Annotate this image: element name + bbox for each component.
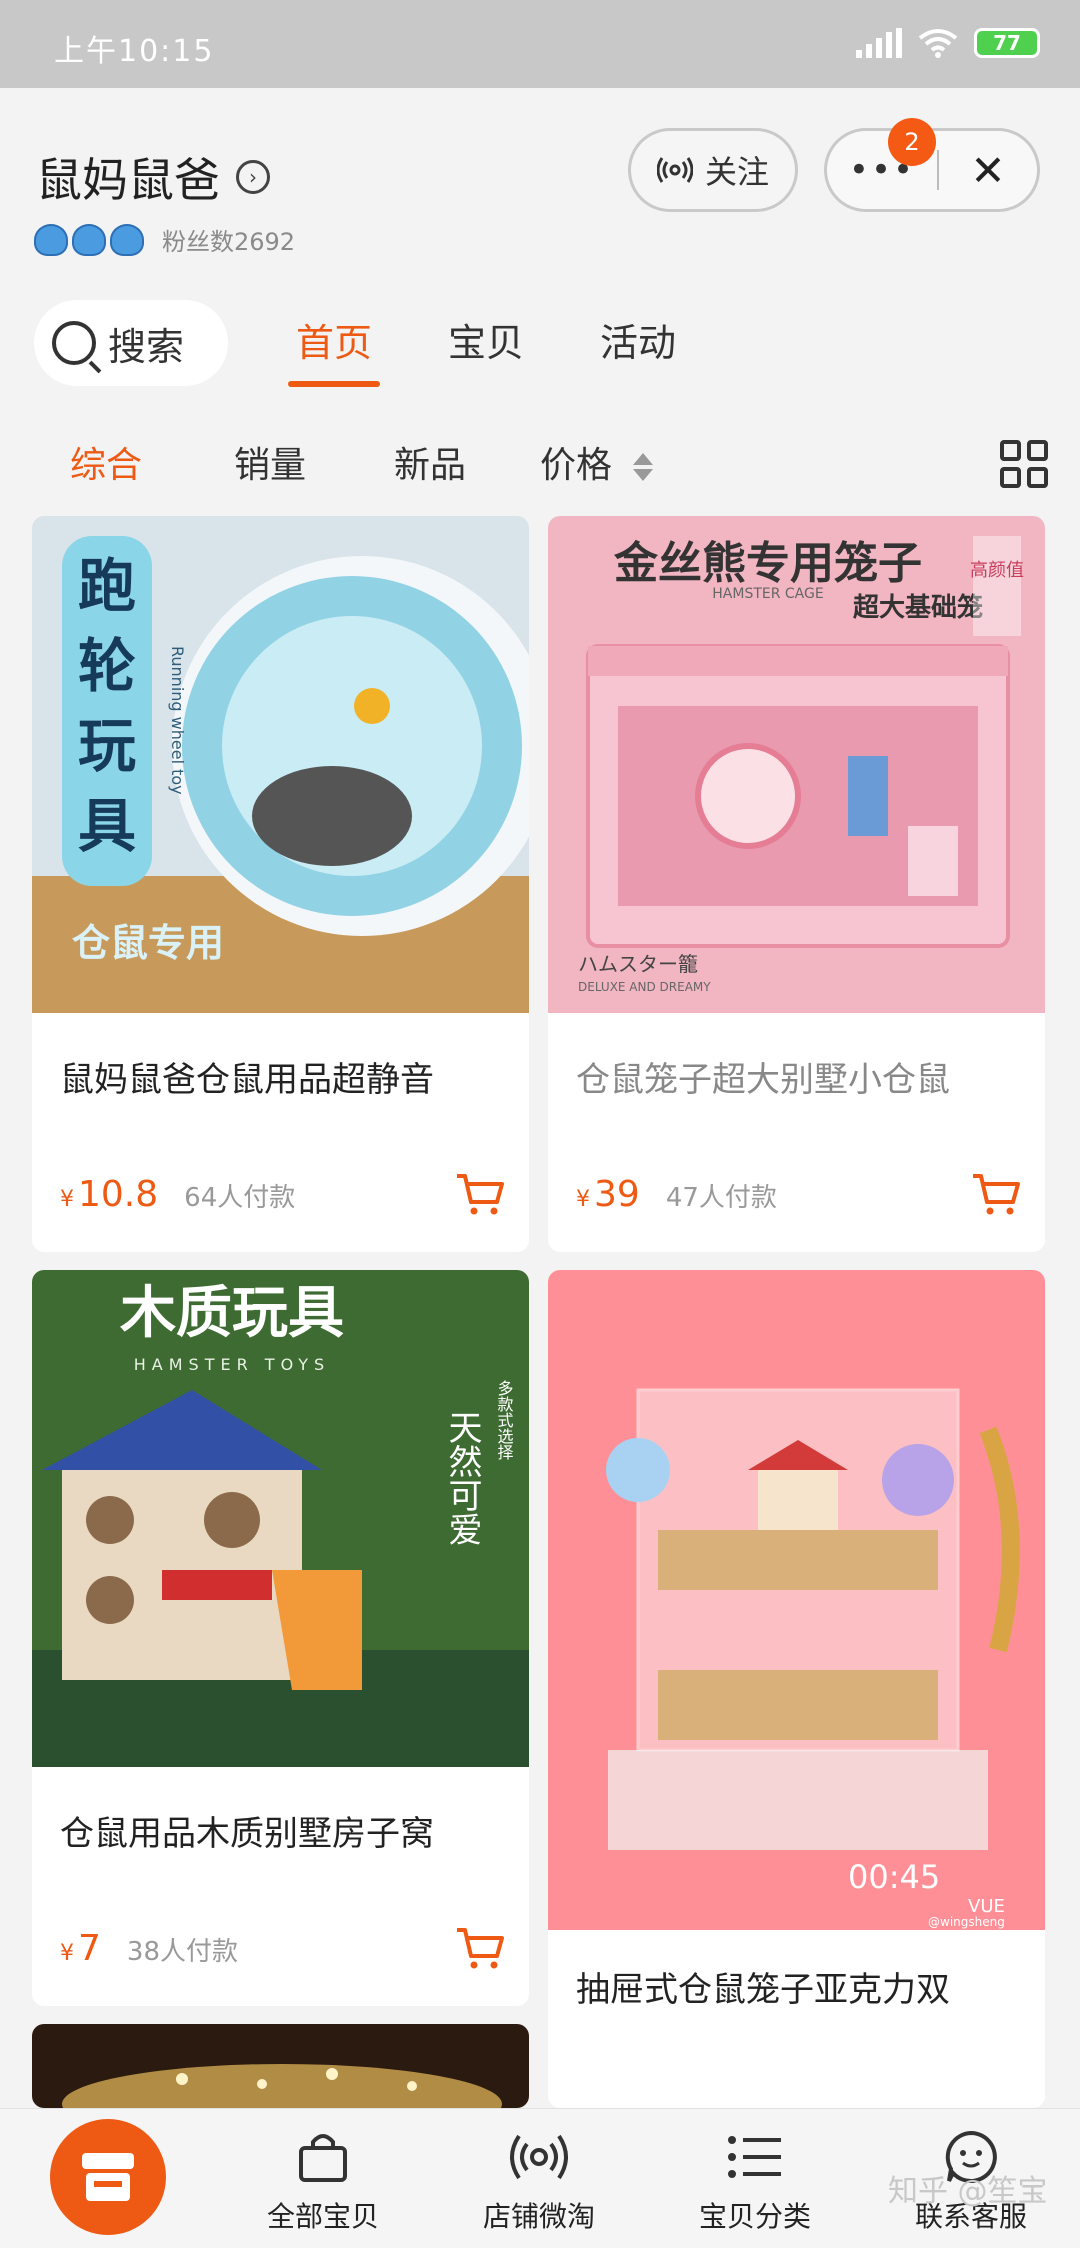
image-text: VUE xyxy=(968,1896,1005,1917)
tab-label: 店铺微淘 xyxy=(482,2200,595,2233)
tab-products[interactable]: 宝贝 xyxy=(448,312,524,367)
close-button[interactable]: ✕ xyxy=(939,146,1037,195)
store-home-button[interactable] xyxy=(50,2119,166,2235)
image-text: 多款式选择 xyxy=(495,1380,514,1461)
sort-bar: 综合 销量 新品 价格 xyxy=(0,426,1080,498)
product-image: 木质玩具 HAMSTER TOYS 天然可爱 多款式选择 xyxy=(32,1270,529,1767)
wifi-icon xyxy=(918,29,958,58)
currency-symbol: ¥ xyxy=(576,1187,590,1212)
price-value: 10.8 xyxy=(78,1174,159,1215)
tab-categories[interactable]: 宝贝分类 xyxy=(670,2129,840,2235)
product-price: ¥ 7 38人付款 xyxy=(60,1928,238,1969)
product-card[interactable]: 金丝熊专用笼子 HAMSTER CAGE 超大基础笼 高颜值 ハムスター籠 DE… xyxy=(548,516,1045,1252)
status-time: 上午10:15 xyxy=(54,34,215,69)
follow-button[interactable]: 关注 xyxy=(628,128,798,212)
cart-icon[interactable] xyxy=(455,1926,505,1970)
image-text: 天然可爱 xyxy=(442,1410,482,1546)
crown-icon xyxy=(72,223,106,256)
grid-view-icon[interactable] xyxy=(1000,440,1048,488)
signal-icon xyxy=(856,28,902,58)
tab-shop-feed[interactable]: 店铺微淘 xyxy=(454,2129,624,2235)
product-card[interactable]: 木质玩具 HAMSTER TOYS 天然可爱 多款式选择 仓鼠用品木质别墅房子窝… xyxy=(32,1270,529,2006)
product-card[interactable]: 00:45 VUE @wingsheng 抽屉式仓鼠笼子亚克力双 xyxy=(548,1270,1045,2108)
crown-icon xyxy=(110,223,144,256)
sort-price[interactable]: 价格 xyxy=(540,436,654,488)
image-text: 00:45 xyxy=(848,1858,940,1896)
image-text: HAMSTER CAGE xyxy=(712,586,823,602)
list-icon xyxy=(728,2136,781,2178)
tab-label: 全部宝贝 xyxy=(266,2200,379,2233)
notification-badge: 2 xyxy=(888,118,936,166)
chevron-right-icon: › xyxy=(236,160,270,194)
buyers-count: 64人付款 xyxy=(184,1183,296,1213)
image-text: DELUXE AND DREAMY xyxy=(578,980,711,994)
image-text: 超大基础笼 xyxy=(853,592,983,623)
product-title: 仓鼠笼子超大别墅小仓鼠 xyxy=(576,1060,950,1100)
image-text: 高颜值 xyxy=(970,560,1024,581)
image-text: 仓鼠专用 xyxy=(72,921,224,965)
status-bar: 上午10:15 77 xyxy=(0,0,1080,88)
broadcast-icon xyxy=(510,2134,568,2180)
crown-icon xyxy=(34,223,68,256)
sort-arrows-icon xyxy=(633,453,654,481)
product-price: ¥ 10.8 64人付款 xyxy=(60,1174,295,1215)
search-label: 搜索 xyxy=(108,324,185,369)
currency-symbol: ¥ xyxy=(60,1941,74,1966)
search-icon xyxy=(52,321,96,365)
buyers-count: 47人付款 xyxy=(665,1183,777,1213)
buyers-count: 38人付款 xyxy=(126,1937,238,1967)
image-text: 跑 xyxy=(78,552,136,620)
tab-label: 宝贝分类 xyxy=(698,2200,811,2233)
image-text: 具 xyxy=(78,792,136,860)
product-title: 鼠妈鼠爸仓鼠用品超静音 xyxy=(60,1060,434,1100)
watermark: 知乎 @笙宝 xyxy=(888,2174,1048,2209)
tab-home[interactable]: 首页 xyxy=(287,312,381,387)
sort-sales[interactable]: 销量 xyxy=(234,436,306,488)
product-title: 抽屉式仓鼠笼子亚克力双 xyxy=(576,1970,950,2010)
shop-name-text: 鼠妈鼠爸 xyxy=(36,153,220,207)
currency-symbol: ¥ xyxy=(60,1187,74,1212)
image-text: 玩 xyxy=(78,712,136,780)
broadcast-icon xyxy=(656,157,693,183)
sort-price-label: 价格 xyxy=(540,445,613,486)
image-text: 轮 xyxy=(78,632,136,700)
product-card[interactable]: 跑 轮 玩 具 Running wheel toy 仓鼠专用 鼠妈鼠爸仓鼠用品超… xyxy=(32,516,529,1252)
cart-icon[interactable] xyxy=(971,1172,1021,1216)
product-price: ¥ 39 47人付款 xyxy=(576,1174,777,1215)
image-text: ハムスター籠 xyxy=(578,952,698,976)
product-title: 仓鼠用品木质别墅房子窝 xyxy=(60,1814,434,1854)
store-icon xyxy=(82,2153,134,2201)
search-button[interactable]: 搜索 xyxy=(34,300,228,386)
product-image: 00:45 VUE @wingsheng xyxy=(548,1270,1045,1930)
shop-name[interactable]: 鼠妈鼠爸 › xyxy=(36,144,270,210)
shop-tabs: 首页 宝贝 活动 xyxy=(287,312,676,387)
fans-count: 粉丝数2692 xyxy=(162,228,296,256)
image-text: @wingsheng xyxy=(928,1915,1005,1929)
image-text: HAMSTER TOYS xyxy=(134,1355,330,1374)
sort-comprehensive[interactable]: 综合 xyxy=(70,436,142,488)
product-image: 跑 轮 玩 具 Running wheel toy 仓鼠专用 xyxy=(32,516,529,1013)
battery-icon: 77 xyxy=(974,28,1040,58)
image-text: 金丝熊专用笼子 xyxy=(613,538,922,589)
image-text: Running wheel toy xyxy=(168,646,187,795)
cart-icon[interactable] xyxy=(455,1172,505,1216)
sort-new[interactable]: 新品 xyxy=(394,436,466,488)
follow-label: 关注 xyxy=(704,153,769,191)
product-image: 金丝熊专用笼子 HAMSTER CAGE 超大基础笼 高颜值 ハムスター籠 DE… xyxy=(548,516,1045,1013)
bag-icon xyxy=(299,2134,347,2182)
shop-rating: 粉丝数2692 xyxy=(34,222,295,257)
product-image xyxy=(32,2024,529,2108)
image-text: 木质玩具 xyxy=(120,1281,344,1346)
price-value: 39 xyxy=(594,1174,640,1215)
price-value: 7 xyxy=(78,1928,101,1969)
status-icons: 77 xyxy=(856,28,1040,58)
tab-events[interactable]: 活动 xyxy=(600,312,676,367)
tab-all-products[interactable]: 全部宝贝 xyxy=(238,2129,408,2235)
product-card[interactable] xyxy=(32,2024,529,2108)
